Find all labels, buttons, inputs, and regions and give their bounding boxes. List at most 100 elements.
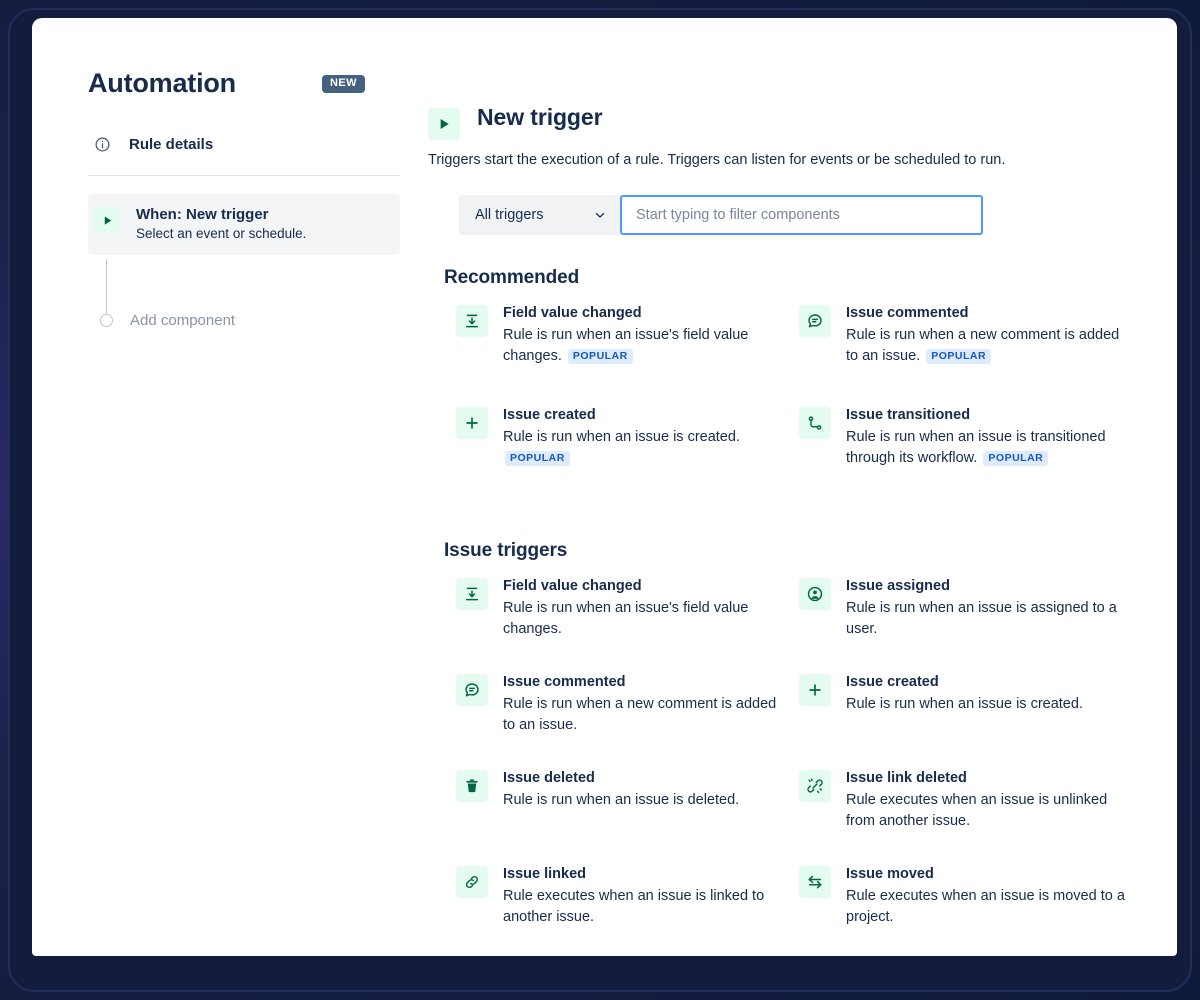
sidebar-when-title: When: New trigger xyxy=(136,206,269,223)
person-icon xyxy=(799,578,831,611)
popular-badge: POPULAR xyxy=(983,450,1049,467)
section-title: Recommended xyxy=(444,267,580,289)
trigger-option[interactable]: Field value changed Rule is run when an i… xyxy=(456,304,799,406)
popular-badge: POPULAR xyxy=(505,450,570,467)
trigger-option-body: Issue deleted Rule is run when an issue i… xyxy=(503,769,739,810)
add-component-label: Add component xyxy=(130,312,236,329)
empty-circle-icon xyxy=(100,314,113,327)
trigger-option[interactable]: Issue linked Rule executes when an issue … xyxy=(456,865,799,956)
info-circle-icon xyxy=(94,136,111,153)
trigger-option-description: Rule is run when an issue is assigned to… xyxy=(846,598,1130,639)
trigger-option-body: Issue assigned Rule is run when an issue … xyxy=(846,577,1130,639)
trigger-option-description: Rule executes when an issue is linked to… xyxy=(503,886,787,927)
trigger-option-title: Issue deleted xyxy=(503,770,595,787)
trigger-option[interactable]: Issue deleted Rule is run when an issue i… xyxy=(456,769,799,865)
trigger-type-select-value: All triggers xyxy=(475,207,544,224)
trigger-option-description: Rule is run when an issue is created. xyxy=(846,694,1083,715)
trigger-option-title: Field value changed xyxy=(503,578,642,595)
trigger-option[interactable]: Field value changed Rule is run when an i… xyxy=(456,577,799,673)
trigger-option-body: Issue commented Rule is run when a new co… xyxy=(503,673,787,735)
trigger-option-description: Rule executes when an issue is moved to … xyxy=(846,886,1130,927)
trigger-option-title: Issue transitioned xyxy=(846,407,971,424)
trash-icon xyxy=(456,770,488,803)
trigger-option-description: Rule is run when an issue is deleted. xyxy=(503,790,739,811)
trigger-option-description: Rule is run when an issue's field value … xyxy=(503,598,787,639)
new-badge: NEW xyxy=(321,74,365,93)
section-title: Issue triggers xyxy=(444,540,568,562)
trigger-option[interactable]: Issue assigned Rule is run when an issue … xyxy=(799,577,1142,673)
window-frame: Automation NEW Rule details When: New tr… xyxy=(0,0,1200,1000)
sidebar-item-label: Rule details xyxy=(129,136,214,153)
trigger-option-description-text: Rule is run when an issue is deleted. xyxy=(503,791,740,808)
trigger-option-description: Rule is run when an issue is created. PO… xyxy=(503,427,787,468)
trigger-option-body: Issue created Rule is run when an issue i… xyxy=(503,406,787,468)
trigger-option-description: Rule is run when an issue is transitione… xyxy=(846,427,1130,468)
popular-badge: POPULAR xyxy=(926,348,992,365)
trigger-option[interactable]: Issue commented Rule is run when a new co… xyxy=(799,304,1142,406)
trigger-option-body: Issue transitioned Rule is run when an is… xyxy=(846,406,1130,468)
filter-bar: All triggers xyxy=(459,195,983,236)
sidebar-item-add-component[interactable]: Add component xyxy=(88,312,235,329)
trigger-option-description-text: Rule executes when an issue is unlinked … xyxy=(846,791,1108,829)
trigger-option[interactable]: Issue commented Rule is run when a new co… xyxy=(456,673,799,769)
trigger-option-body: Issue link deleted Rule executes when an … xyxy=(846,769,1130,831)
trigger-option-description-text: Rule is run when an issue is assigned to… xyxy=(846,599,1117,637)
trigger-option-title: Issue commented xyxy=(503,674,626,691)
trigger-option-title: Issue linked xyxy=(503,866,587,883)
trigger-option-title: Issue created xyxy=(503,407,596,424)
trigger-grid: Field value changed Rule is run when an i… xyxy=(456,304,1128,508)
play-triangle-icon xyxy=(428,108,460,140)
main-panel: New trigger Triggers start the execution… xyxy=(428,104,1128,956)
trigger-section: Recommended Field value changed Rule is ru… xyxy=(428,267,1128,508)
plus-icon xyxy=(456,407,488,440)
trigger-header: New trigger xyxy=(428,104,1128,140)
plus-icon xyxy=(799,674,831,707)
trigger-option[interactable]: Issue transitioned Rule is run when an is… xyxy=(799,406,1142,508)
sidebar: Rule details When: New trigger Select an… xyxy=(88,126,400,255)
trigger-option[interactable]: Issue moved Rule executes when an issue i… xyxy=(799,865,1142,956)
trigger-option-description: Rule is run when an issue's field value … xyxy=(503,325,787,366)
sidebar-item-rule-details[interactable]: Rule details xyxy=(88,126,400,163)
page-header: Automation NEW xyxy=(88,68,438,99)
trigger-option-title: Field value changed xyxy=(503,305,642,322)
trigger-option-title: Issue created xyxy=(846,674,939,691)
trigger-option-body: Issue moved Rule executes when an issue i… xyxy=(846,865,1130,927)
trigger-option-description: Rule executes when an issue is unlinked … xyxy=(846,790,1130,831)
trigger-description: Triggers start the execution of a rule. … xyxy=(428,152,1006,168)
broken-link-icon xyxy=(799,770,831,803)
trigger-option-description-text: Rule is run when an issue is transitione… xyxy=(846,428,1106,466)
page-title: Automation xyxy=(88,68,236,98)
automation-card: Automation NEW Rule details When: New tr… xyxy=(32,18,1177,956)
trigger-option-description-text: Rule executes when an issue is linked to… xyxy=(503,887,765,925)
trigger-option-description-text: Rule is run when an issue is created. xyxy=(503,428,740,445)
filter-components-input[interactable] xyxy=(620,195,983,236)
trigger-option-body: Field value changed Rule is run when an i… xyxy=(503,304,787,366)
trigger-section: Issue triggers Field value changed Rule is… xyxy=(428,540,1128,956)
transition-icon xyxy=(799,407,831,440)
field-value-changed-icon xyxy=(456,305,488,338)
sidebar-item-when-trigger[interactable]: When: New trigger Select an event or sch… xyxy=(88,194,400,255)
trigger-option-description: Rule is run when a new comment is added … xyxy=(503,694,787,735)
trigger-option-title: Issue link deleted xyxy=(846,770,967,787)
comment-icon xyxy=(456,674,488,707)
chevron-down-icon xyxy=(593,208,607,222)
trigger-option[interactable]: Issue link deleted Rule executes when an … xyxy=(799,769,1142,865)
trigger-grid: Field value changed Rule is run when an i… xyxy=(456,577,1128,956)
page-subtitle: New trigger xyxy=(477,104,603,130)
trigger-option-description-text: Rule executes when an issue is moved to … xyxy=(846,887,1125,925)
trigger-option-body: Issue commented Rule is run when a new co… xyxy=(846,304,1130,366)
sidebar-when-subtitle: Select an event or schedule. xyxy=(136,226,307,241)
trigger-option-description-text: Rule is run when an issue's field value … xyxy=(503,599,749,637)
trigger-sections: Recommended Field value changed Rule is ru… xyxy=(428,267,1128,956)
trigger-option-description-text: Rule is run when an issue is created. xyxy=(846,695,1083,712)
trigger-option-title: Issue commented xyxy=(846,305,969,322)
trigger-option-title: Issue assigned xyxy=(846,578,950,595)
play-triangle-icon xyxy=(94,207,120,233)
trigger-option[interactable]: Issue created Rule is run when an issue i… xyxy=(456,406,799,508)
trigger-option[interactable]: Issue created Rule is run when an issue i… xyxy=(799,673,1142,769)
comment-icon xyxy=(799,305,831,338)
trigger-option-body: Field value changed Rule is run when an i… xyxy=(503,577,787,639)
trigger-option-description-text: Rule is run when a new comment is added … xyxy=(503,695,777,733)
trigger-type-select[interactable]: All triggers xyxy=(459,195,620,236)
trigger-option-body: Issue linked Rule executes when an issue … xyxy=(503,865,787,927)
